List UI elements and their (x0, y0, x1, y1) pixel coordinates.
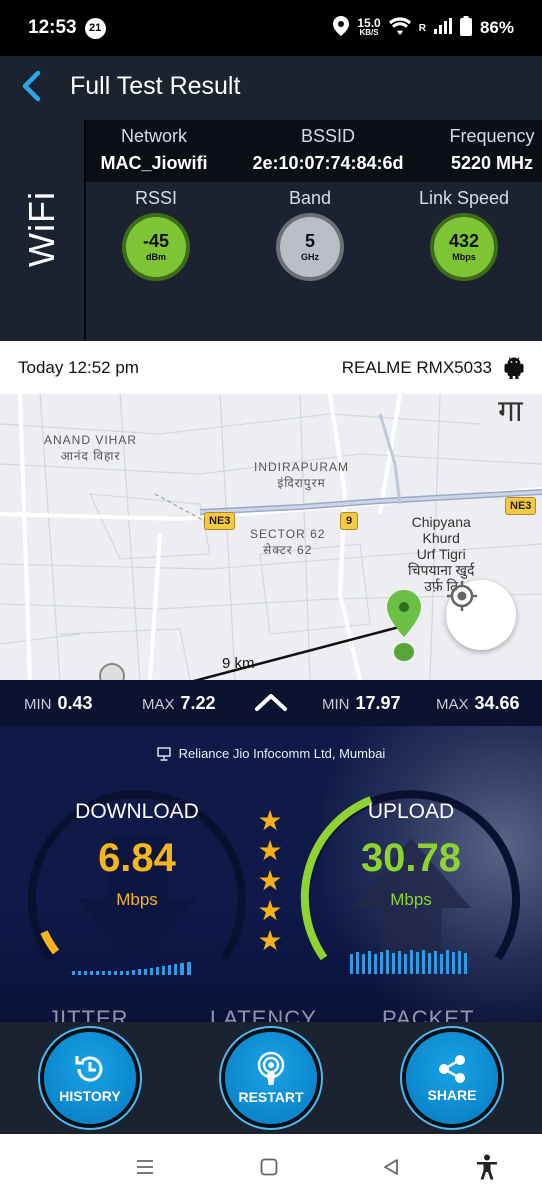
menu-lines-icon (137, 1160, 153, 1174)
device-name: REALME RMX5033 (341, 357, 492, 377)
network-speed: 15.0 KB/S (357, 16, 381, 37)
system-nav-bar (0, 1134, 542, 1200)
map-label-sector-62: SECTOR 62 सेक्टर 62 (250, 527, 326, 557)
upload-gauge: UPLOAD 30.78 Mbps (296, 778, 526, 1008)
battery-percent: 86% (479, 18, 514, 37)
location-icon (333, 15, 350, 41)
speed-results: Reliance Jio Infocomm Ltd, Mumbai DOWNLO… (0, 726, 542, 1022)
wifi-panel: WiFi Network MAC_Jiowifi BSSID 2e:10:07:… (0, 116, 542, 341)
upload-max: MAX 34.66 (436, 692, 520, 713)
network-value: MAC_Jiowifi (100, 153, 208, 173)
history-icon (75, 1056, 103, 1082)
min-max-bar: MIN 0.43 MAX 7.22 MIN 17.97 MAX 34.66 (0, 680, 542, 726)
home-button[interactable] (254, 1152, 284, 1182)
crosshair-icon (447, 581, 477, 611)
download-unit: Mbps (116, 890, 158, 909)
star-icon: ★ (257, 805, 283, 836)
map-pin-icon[interactable] (386, 590, 422, 666)
network-cell: Network MAC_Jiowifi (90, 126, 218, 174)
back-nav-button[interactable] (376, 1152, 406, 1182)
download-min: MIN 0.43 (24, 692, 93, 713)
accessibility-button[interactable] (472, 1152, 502, 1182)
recents-button[interactable] (130, 1152, 160, 1182)
frequency-value: 5220 MHz (450, 153, 534, 173)
app-header: Full Test Result (0, 56, 542, 116)
star-icon: ★ (257, 925, 283, 956)
road-tag-ne3-left: NE3 (204, 512, 236, 530)
device-info: REALME RMX5033 (341, 356, 524, 379)
band-badge: 5 GHz (280, 217, 340, 277)
road-tag-9: 9 (340, 512, 358, 530)
history-button[interactable]: HISTORY (44, 1032, 136, 1124)
share-icon (439, 1055, 465, 1083)
network-label: Network (120, 126, 187, 146)
map-label-indirapuram: INDIRAPURAM इंदिरापुरम (254, 460, 350, 490)
roaming-indicator: R (418, 22, 426, 34)
test-timestamp: Today 12:52 pm (18, 357, 139, 377)
upload-min: MIN 17.97 (322, 692, 401, 713)
map-view[interactable]: ANAND VIHAR आनंद विहार INDIRAPURAM इंदिर… (0, 394, 542, 680)
wifi-info-row: Network MAC_Jiowifi BSSID 2e:10:07:74:84… (86, 120, 542, 182)
bssid-label: BSSID (300, 126, 356, 146)
expand-chevron-up-icon[interactable] (254, 692, 288, 716)
bssid-cell: BSSID 2e:10:07:74:84:6d (236, 126, 420, 174)
download-title: DOWNLOAD (75, 800, 199, 823)
upload-unit: Mbps (390, 890, 432, 909)
star-icon: ★ (257, 895, 283, 926)
status-bar: 12:53 21 15.0 KB/S R 86% (0, 0, 542, 56)
star-icon: ★ (257, 865, 283, 896)
test-info-row: Today 12:52 pm REALME RMX5033 (0, 341, 542, 394)
link-speed-badge: 432 Mbps (434, 217, 494, 277)
rssi-badge: -45 dBm (126, 217, 186, 277)
status-time: 12:53 (28, 17, 77, 38)
frequency-label: Frequency (449, 126, 535, 146)
upload-value: 30.78 (360, 836, 462, 880)
bssid-value: 2e:10:07:74:84:6d (252, 153, 404, 173)
download-max: MAX 7.22 (142, 692, 216, 713)
notification-count-badge: 21 (84, 17, 106, 39)
distance-label: 9 km (222, 655, 255, 672)
isp-name: Reliance Jio Infocomm Ltd, Mumbai (178, 746, 386, 761)
latency-label: LATENCY (210, 1006, 317, 1022)
upload-title: UPLOAD (367, 800, 455, 823)
download-gauge: DOWNLOAD 6.84 Mbps (22, 778, 252, 1008)
computer-icon (156, 746, 171, 761)
download-value: 6.84 (98, 836, 176, 880)
action-bar: HISTORY RESTART SHARE (0, 1022, 542, 1134)
jitter-label: JITTER (48, 1006, 129, 1022)
isp-info: Reliance Jio Infocomm Ltd, Mumbai (0, 746, 542, 761)
square-home-icon (260, 1158, 278, 1176)
band-label: Band (288, 188, 332, 208)
restart-button[interactable]: RESTART (225, 1032, 317, 1124)
road-tag-ne3-right: NE3 (505, 497, 537, 515)
accessibility-icon (477, 1154, 497, 1180)
chevron-left-icon (22, 70, 41, 102)
map-label-anand-vihar: ANAND VIHAR आनंद विहार (44, 433, 138, 463)
link-speed-label: Link Speed (418, 188, 510, 208)
link-speed-metric: Link Speed 432 Mbps (394, 188, 534, 277)
map-label-top-right: गा (498, 395, 523, 428)
podcast-icon (257, 1051, 285, 1085)
battery-icon (459, 15, 472, 41)
packet-loss-label: PACKET LOSS (382, 1006, 474, 1022)
back-button[interactable] (0, 56, 62, 116)
band-metric: Band 5 GHz (240, 188, 380, 277)
rssi-metric: RSSI -45 dBm (86, 188, 226, 277)
locate-button[interactable] (446, 580, 516, 650)
frequency-cell: Frequency 5220 MHz (436, 126, 542, 174)
wifi-status-icon (388, 16, 411, 40)
rating-stars: ★ ★ ★ ★ ★ (252, 806, 288, 956)
star-icon: ★ (257, 835, 283, 866)
cellular-signal-icon (433, 17, 452, 39)
rssi-label: RSSI (134, 188, 177, 208)
page-title: Full Test Result (70, 71, 241, 100)
android-icon (504, 356, 524, 379)
triangle-back-icon (384, 1159, 398, 1175)
share-button[interactable]: SHARE (406, 1032, 498, 1124)
wifi-section-label: WiFi (21, 190, 62, 267)
